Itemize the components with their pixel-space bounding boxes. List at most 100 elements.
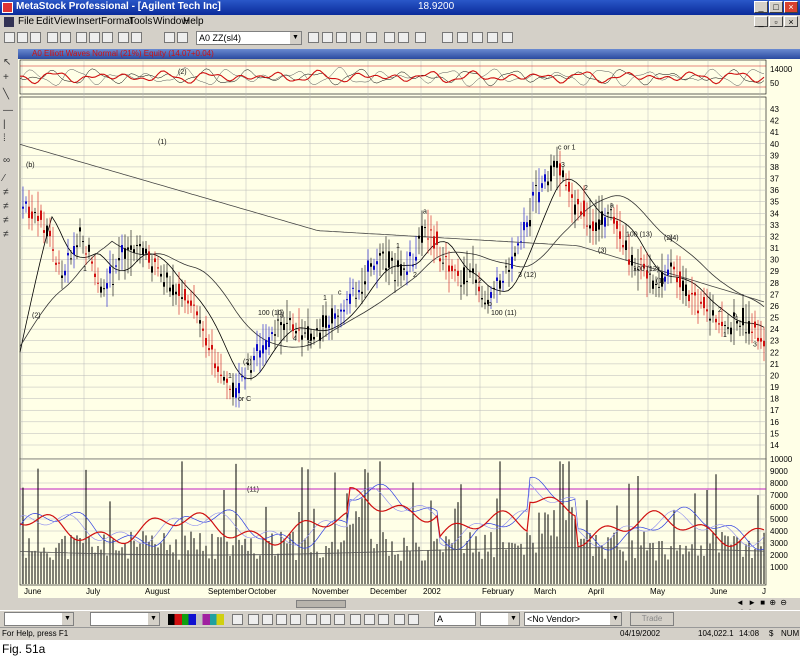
price-bar-body — [736, 321, 738, 324]
price-bar-body — [157, 267, 159, 269]
price-bar-body — [346, 299, 348, 301]
trade-button[interactable]: Trade — [630, 612, 674, 626]
maximize-button[interactable]: □ — [769, 1, 783, 13]
price-bar-body — [91, 261, 93, 264]
function-icon[interactable] — [336, 32, 347, 43]
layout-5-icon[interactable] — [502, 32, 513, 43]
menu-tools[interactable]: Tools — [129, 16, 152, 27]
horizontal-line-icon[interactable]: — — [3, 105, 13, 116]
cut-icon[interactable] — [76, 32, 87, 43]
style-icon[interactable] — [394, 614, 405, 625]
indicator-icon[interactable] — [164, 32, 175, 43]
quadrant-lines-icon[interactable]: ≠ — [3, 229, 9, 240]
menu-view[interactable]: View — [54, 16, 76, 27]
line-weight-combo[interactable]: ▼ — [90, 612, 160, 626]
child-close-button[interactable]: × — [784, 16, 798, 27]
style-icon[interactable] — [334, 614, 345, 625]
explorer-icon[interactable] — [308, 32, 319, 43]
menu-help[interactable]: Help — [183, 16, 204, 27]
trendline-icon[interactable]: ╲ — [3, 89, 9, 100]
crosshair-icon[interactable]: + — [3, 72, 9, 83]
symbol-combo-value: A0 ZZ(sl4) — [199, 33, 242, 43]
menu-insert[interactable]: Insert — [76, 16, 101, 27]
style-icon[interactable] — [350, 614, 361, 625]
expert-icon[interactable] — [177, 32, 188, 43]
document-icon[interactable] — [4, 17, 14, 27]
x-tick-label: May — [650, 587, 665, 596]
new-icon[interactable] — [4, 32, 15, 43]
price-bar-body — [301, 335, 303, 340]
zoom-out-icon[interactable] — [131, 32, 142, 43]
field-a-input[interactable]: A — [434, 612, 476, 626]
child-minimize-button[interactable]: _ — [754, 16, 768, 27]
style-icon[interactable] — [364, 614, 375, 625]
copy-icon[interactable] — [89, 32, 100, 43]
layout-2-icon[interactable] — [457, 32, 468, 43]
price-bar-body — [52, 249, 54, 251]
price-bar-body — [313, 336, 315, 340]
layout-4-icon[interactable] — [487, 32, 498, 43]
formula-icon[interactable] — [350, 32, 361, 43]
price-bar-body — [751, 331, 753, 333]
paste-icon[interactable] — [102, 32, 113, 43]
print-preview-icon[interactable] — [60, 32, 71, 43]
volume-tick-label: 6000 — [770, 503, 788, 512]
close-button[interactable]: × — [784, 1, 798, 13]
zoom-in-icon[interactable] — [118, 32, 129, 43]
style-icon[interactable] — [262, 614, 273, 625]
scroll-navigation-buttons[interactable]: ◄ ► ■ ⊕ ⊖ ◄ ► — [736, 598, 796, 616]
style-icon[interactable] — [320, 614, 331, 625]
price-bar-body — [442, 262, 444, 264]
color-palette[interactable] — [168, 614, 224, 625]
chevron-down-icon[interactable]: ▼ — [62, 613, 73, 625]
minimize-button[interactable]: _ — [754, 1, 768, 13]
andrews-pitchfork-icon[interactable]: ≠ — [3, 201, 9, 212]
price-chart[interactable]: 4342414039383736353433323130292827262524… — [18, 59, 800, 598]
system-tester-icon[interactable] — [322, 32, 333, 43]
vendor-combo[interactable]: <No Vendor> ▼ — [524, 612, 622, 626]
binoculars-icon[interactable] — [384, 32, 395, 43]
blank-combo[interactable]: ▼ — [480, 612, 520, 626]
menu-file[interactable]: File — [18, 16, 34, 27]
speed-lines-icon[interactable]: ≠ — [3, 215, 9, 226]
style-icon[interactable] — [306, 614, 317, 625]
smart-chart-icon[interactable] — [398, 32, 409, 43]
price-tick-label: 33 — [770, 221, 779, 230]
ellipse-icon[interactable]: ∞ — [3, 155, 10, 166]
style-icon[interactable] — [290, 614, 301, 625]
layout-1-icon[interactable] — [442, 32, 453, 43]
vertical-line-icon[interactable]: | — [3, 119, 6, 130]
pointer-icon[interactable]: ↖ — [3, 57, 11, 68]
style-icon[interactable] — [378, 614, 389, 625]
fibonacci-icon[interactable]: ⁄ — [3, 173, 5, 184]
child-restore-button[interactable]: ▫ — [769, 16, 783, 27]
menu-format[interactable]: Format — [101, 16, 133, 27]
chevron-down-icon[interactable]: ▼ — [290, 32, 301, 44]
horizontal-scrollbar[interactable]: ◄ ► ■ ⊕ ⊖ ◄ ► — [18, 598, 800, 616]
chevron-down-icon[interactable]: ▼ — [610, 613, 621, 625]
price-bar-body — [685, 284, 687, 296]
symbol-combo[interactable]: A0 ZZ(sl4) ▼ — [196, 31, 302, 45]
print-icon[interactable] — [47, 32, 58, 43]
price-bar-body — [481, 298, 483, 300]
style-icon[interactable] — [248, 614, 259, 625]
price-bar-body — [112, 284, 114, 286]
chevron-down-icon[interactable]: ▼ — [508, 613, 519, 625]
style-icon[interactable] — [232, 614, 243, 625]
save-icon[interactable] — [30, 32, 41, 43]
price-bar-body — [676, 277, 678, 283]
find-icon[interactable] — [366, 32, 377, 43]
price-tick-label: 34 — [770, 209, 779, 218]
gann-fan-icon[interactable]: ≠ — [3, 187, 9, 198]
help-pointer-icon[interactable] — [415, 32, 426, 43]
style-icon[interactable] — [408, 614, 419, 625]
scroll-thumb[interactable] — [296, 600, 346, 608]
style-icon[interactable] — [276, 614, 287, 625]
price-pane — [19, 96, 767, 460]
menu-edit[interactable]: Edit — [36, 16, 53, 27]
open-icon[interactable] — [17, 32, 28, 43]
line-style-combo[interactable]: ▼ — [4, 612, 74, 626]
chevron-down-icon[interactable]: ▼ — [148, 613, 159, 625]
cycle-lines-icon[interactable]: ⁞ — [3, 133, 6, 144]
layout-3-icon[interactable] — [472, 32, 483, 43]
